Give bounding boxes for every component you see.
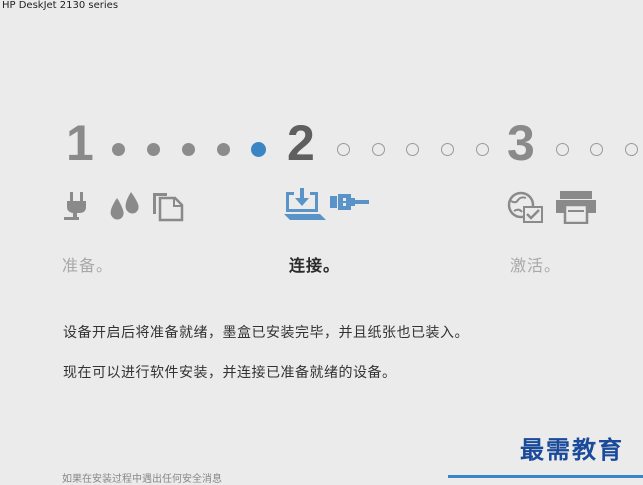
step-3-label: 激活。: [510, 256, 562, 275]
usb-cable-icon: [330, 194, 369, 210]
step-2-number: 2: [287, 115, 315, 171]
progress-dot: [337, 143, 350, 156]
progress-dot: [441, 143, 454, 156]
step-1-label: 准备。: [62, 256, 114, 275]
ink-drops-icon: [110, 192, 139, 220]
progress-dot: [112, 143, 125, 156]
watermark-logo: 最需教育: [520, 435, 624, 464]
progress-dot: [476, 143, 489, 156]
power-plug-icon: [64, 192, 86, 220]
progress-dot: [372, 143, 385, 156]
progress-dot-current: [251, 142, 266, 157]
progress-dot: [590, 143, 603, 156]
step-1-number: 1: [66, 115, 94, 171]
download-tray-icon: [284, 188, 326, 220]
web-check-icon: [507, 191, 543, 223]
paper-sheets-icon: [153, 193, 184, 222]
progress-dot: [625, 143, 638, 156]
step-3-number: 3: [507, 115, 535, 171]
description-line-2: 现在可以进行软件安装，并连接已准备就绪的设备。: [63, 365, 397, 381]
description-line-1: 设备开启后将准备就绪，墨盒已安装完毕，并且纸张也已装入。: [63, 325, 469, 341]
printer-icon: [556, 191, 596, 224]
progress-dot: [217, 143, 230, 156]
progress-dot: [182, 143, 195, 156]
progress-dot: [556, 143, 569, 156]
progress-dot: [406, 143, 419, 156]
progress-dot: [147, 143, 160, 156]
setup-progress: 1 2 3 准备。 连接。 激活。: [0, 0, 643, 478]
step-2-label: 连接。: [289, 256, 341, 275]
